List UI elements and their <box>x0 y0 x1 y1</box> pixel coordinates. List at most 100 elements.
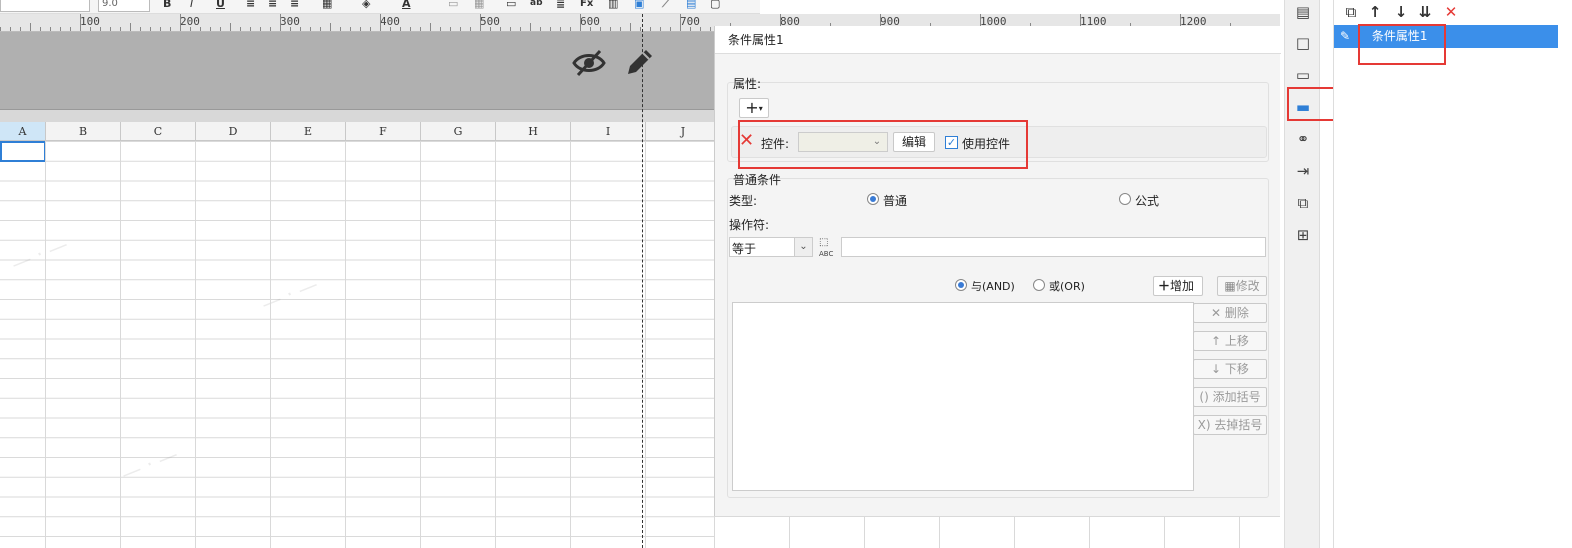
align-right-icon[interactable]: ≡ <box>290 0 299 10</box>
column-header[interactable]: I <box>571 122 646 141</box>
ruler-tick <box>340 27 341 31</box>
column-header[interactable]: E <box>271 122 346 141</box>
fill-color-icon[interactable]: ◈ <box>362 0 370 10</box>
delete-label: 删除 <box>1224 306 1249 320</box>
sort-icon[interactable]: ⇊ <box>1416 3 1434 21</box>
ruler-tick <box>160 27 161 31</box>
edit-pencil-icon[interactable] <box>624 46 654 78</box>
highlight-box <box>738 120 1028 169</box>
add-attribute-button[interactable]: +▾ <box>739 98 769 118</box>
extension-icon[interactable]: ⧉ <box>1293 193 1313 213</box>
ruler-tick <box>480 14 481 31</box>
condition-value-input[interactable] <box>841 237 1266 257</box>
align-center-icon[interactable]: ≡ <box>268 0 277 10</box>
chevron-down-icon: ⌄ <box>794 238 812 256</box>
column-header[interactable]: B <box>46 122 121 141</box>
column-header[interactable]: G <box>421 122 496 141</box>
copy-icon[interactable]: ⧉ <box>1342 3 1360 21</box>
data-entry-icon[interactable]: ⇥ <box>1293 161 1313 181</box>
chevron-down-icon: ▾ <box>758 104 763 113</box>
border-style-icon[interactable]: ▢ <box>710 0 720 10</box>
insert-line-icon[interactable]: ⟋ <box>662 0 670 10</box>
ruler-tick <box>510 27 511 31</box>
remove-bracket-icon: X) <box>1197 418 1215 432</box>
ruler-tick <box>390 27 391 31</box>
ruler-tick <box>0 27 1 31</box>
value-type-icon[interactable]: ⬚ ABC <box>819 237 833 259</box>
ruler-tick <box>710 27 711 31</box>
ruler-tick <box>300 27 301 31</box>
add-condition-button[interactable]: ＋增加 <box>1153 276 1203 296</box>
add-bracket-button[interactable]: () 添加括号 <box>1193 387 1267 407</box>
ruler-tick <box>210 27 211 31</box>
insert-chart-icon[interactable]: ▥ <box>608 0 618 10</box>
report-header-banner <box>0 32 714 110</box>
ruler-tick <box>660 27 661 31</box>
delete-button[interactable]: ✕ 删除 <box>1193 303 1267 323</box>
modify-condition-button[interactable]: ▦修改 <box>1217 276 1267 296</box>
ruler-tick <box>290 27 291 31</box>
top-toolbar: 9.0 B I U ≡ ≡ ≡ ▦ ◈ A ▭ ▦ ▭ ab ≣ Fx ▥ ▣ … <box>0 0 760 14</box>
remove-bracket-label: 去掉括号 <box>1214 418 1263 432</box>
text-color-button[interactable]: A <box>402 0 411 10</box>
merge-cells-icon[interactable]: ▭ <box>448 0 458 10</box>
column-header[interactable]: H <box>496 122 571 141</box>
ruler-tick <box>240 27 241 31</box>
delete-icon: ✕ <box>1211 306 1225 320</box>
italic-button[interactable]: I <box>190 0 193 10</box>
move-down-button[interactable]: ↓ 下移 <box>1193 359 1267 379</box>
condition-list[interactable] <box>732 302 1194 491</box>
ruler-tick <box>150 27 151 31</box>
column-header[interactable]: F <box>346 122 421 141</box>
ruler-tick <box>570 27 571 31</box>
column-header[interactable]: D <box>196 122 271 141</box>
type-radio-formula[interactable] <box>1119 193 1131 205</box>
insert-label-icon[interactable]: ab <box>530 0 543 10</box>
highlight-box <box>1358 24 1446 65</box>
insert-list-icon[interactable]: ≣ <box>556 0 565 10</box>
font-size-select[interactable]: 9.0 <box>98 0 150 12</box>
ruler-tick <box>420 27 421 31</box>
arrow-down-icon[interactable]: ↓ <box>1392 3 1410 21</box>
logic-radio-and[interactable] <box>955 279 967 291</box>
font-family-select[interactable] <box>0 0 90 12</box>
ruler-tick <box>360 27 361 31</box>
insert-formula-icon[interactable]: Fx <box>580 0 593 10</box>
insert-text-icon[interactable]: ▭ <box>506 0 516 10</box>
bold-button[interactable]: B <box>163 0 171 10</box>
delete-icon[interactable]: ✕ <box>1442 3 1460 21</box>
hyperlink-icon[interactable]: ⚭ <box>1293 129 1313 149</box>
move-up-label: 上移 <box>1224 334 1249 348</box>
ruler-tick <box>130 23 131 31</box>
insert-frame-icon[interactable]: ▤ <box>686 0 696 10</box>
ruler-tick <box>10 27 11 31</box>
ruler-tick <box>60 27 61 31</box>
ruler-tick <box>650 27 651 31</box>
underline-button[interactable]: U <box>216 0 225 10</box>
align-left-icon[interactable]: ≡ <box>246 0 255 10</box>
type-radio-normal[interactable] <box>867 193 879 205</box>
spreadsheet-grid[interactable]: ABCDEFGHIJ — · — — · — — · — <box>0 122 714 548</box>
hide-eye-icon[interactable] <box>572 48 606 78</box>
arrow-up-icon[interactable]: ↑ <box>1366 3 1384 21</box>
tree-structure-icon[interactable]: ⊞ <box>1293 225 1313 245</box>
ruler-tick <box>500 27 501 31</box>
column-header[interactable]: C <box>121 122 196 141</box>
border-properties-icon[interactable]: □ <box>1293 33 1313 53</box>
selected-cell[interactable] <box>0 141 46 162</box>
logic-radio-or[interactable] <box>1033 279 1045 291</box>
widget-properties-icon[interactable]: ▭ <box>1293 65 1313 85</box>
insert-image-icon[interactable]: ▣ <box>634 0 644 10</box>
condition-list-panel: ⧉ ↑ ↓ ⇊ ✕ ✎ 条件属性1 <box>1333 0 1572 548</box>
pencil-icon: ✎ <box>1339 29 1351 43</box>
column-header[interactable]: A <box>0 122 46 141</box>
operator-select[interactable]: 等于 ⌄ <box>729 237 813 257</box>
ruler-tick <box>630 23 631 31</box>
border-icon[interactable]: ▦ <box>322 0 332 10</box>
column-header[interactable]: J <box>646 122 714 141</box>
remove-bracket-button[interactable]: X) 去掉括号 <box>1193 415 1267 435</box>
move-up-button[interactable]: ↑ 上移 <box>1193 331 1267 351</box>
grid-column-line <box>570 141 571 548</box>
cell-properties-icon[interactable]: ▤ <box>1293 2 1313 22</box>
unmerge-cells-icon[interactable]: ▦ <box>474 0 484 10</box>
